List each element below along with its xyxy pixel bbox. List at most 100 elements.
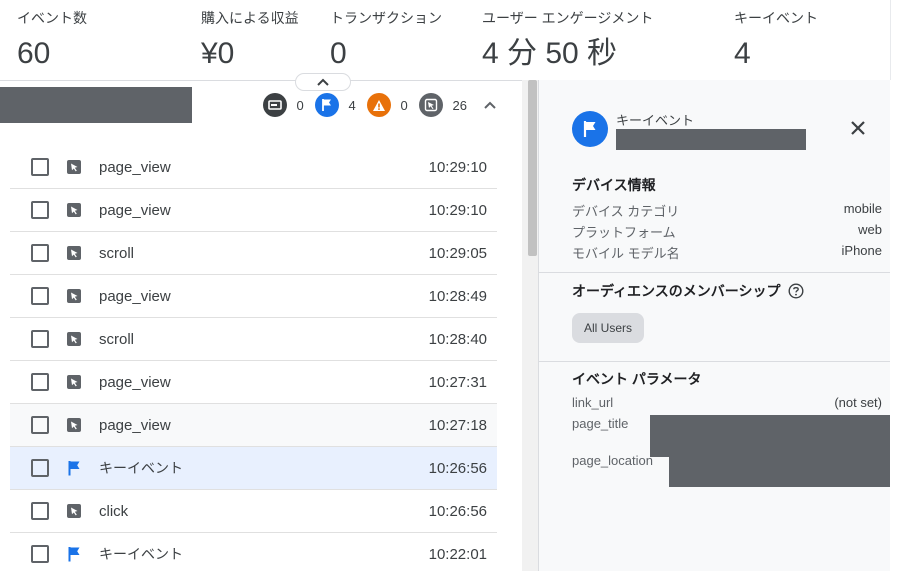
device-category-row: デバイス カテゴリ mobile (572, 201, 882, 220)
audience-chip[interactable]: All Users (572, 313, 645, 343)
cursor-icon (65, 373, 83, 391)
kv-key: link_url (572, 395, 614, 410)
row-checkbox[interactable] (31, 416, 49, 434)
row-checkbox[interactable] (31, 502, 49, 520)
metric-value: 4 分 50 秒 (482, 37, 618, 70)
row-checkbox[interactable] (31, 330, 49, 348)
row-checkbox[interactable] (31, 459, 49, 477)
event-row[interactable]: page_view 10:29:10 (10, 146, 497, 189)
cursor-icon (65, 330, 83, 348)
event-time: 10:29:05 (428, 244, 487, 262)
event-name: page_view (99, 373, 171, 391)
event-name: scroll (99, 330, 135, 348)
event-time: 10:22:01 (428, 545, 487, 563)
close-button[interactable] (849, 119, 867, 137)
metric-value: 4 (734, 37, 751, 70)
event-time: 10:27:31 (428, 373, 487, 391)
event-time: 10:27:18 (428, 416, 487, 434)
event-time: 10:29:10 (428, 158, 487, 176)
cursor-icon (65, 201, 83, 219)
event-name: page_view (99, 287, 171, 305)
metric-label: イベント数 (17, 10, 87, 26)
divider (539, 361, 891, 362)
metric-label: 購入による収益 (201, 10, 299, 26)
row-checkbox[interactable] (31, 201, 49, 219)
event-time: 10:28:40 (428, 330, 487, 348)
metric-event-count: イベント数 60 (17, 10, 87, 72)
event-time: 10:26:56 (428, 502, 487, 520)
flag-icon (65, 459, 83, 477)
warning-icon (366, 93, 391, 117)
collapse-metrics-button[interactable] (295, 73, 351, 91)
event-row[interactable]: click 10:26:56 (10, 490, 497, 533)
cursor-icon (418, 93, 443, 117)
kv-key: プラットフォーム (572, 225, 676, 240)
collapse-chevron-button[interactable] (483, 100, 497, 110)
event-count: 26 (452, 97, 467, 113)
row-checkbox[interactable] (31, 545, 49, 563)
row-checkbox[interactable] (31, 373, 49, 391)
device-info-title: デバイス情報 (572, 177, 656, 193)
row-checkbox[interactable] (31, 287, 49, 305)
metric-value: ¥0 (201, 37, 235, 70)
flag-icon (65, 545, 83, 563)
event-detail-panel: キーイベント デバイス情報 デバイス カテゴリ mobile プラットフォーム … (538, 80, 891, 571)
event-params-title: イベント パラメータ (572, 371, 702, 387)
event-row[interactable]: キーイベント 10:26:56 (10, 447, 497, 490)
event-row[interactable]: キーイベント 10:22:01 (10, 533, 497, 571)
metric-label: トランザクション (330, 10, 442, 26)
event-name: click (99, 502, 129, 520)
metric-value: 0 (330, 37, 347, 70)
event-row[interactable]: page_view 10:27:31 (10, 361, 497, 404)
event-stream-panel: 0 4 0 26 page_view 10:29:10 page_view 10:29… (0, 73, 522, 571)
page-title-key: page_title (572, 416, 629, 431)
mobile-model-row: モバイル モデル名 iPhone (572, 243, 882, 262)
window-edge (890, 80, 897, 571)
event-row[interactable]: scroll 10:29:05 (10, 232, 497, 275)
cursor-icon (65, 416, 83, 434)
event-name: page_view (99, 416, 171, 434)
kv-value: mobile (843, 201, 882, 216)
event-name: page_view (99, 201, 171, 219)
metric-user-engagement: ユーザー エンゲージメント 4 分 50 秒 (482, 10, 653, 72)
event-name: キーイベント (99, 546, 183, 562)
metric-transactions: トランザクション 0 (330, 10, 442, 72)
link-url-row: link_url (not set) (572, 395, 882, 410)
row-checkbox[interactable] (31, 244, 49, 262)
event-type-counts: 0 4 0 26 (262, 93, 497, 117)
event-time: 10:28:49 (428, 287, 487, 305)
redacted-stream-title (0, 87, 192, 123)
kv-value: iPhone (841, 243, 882, 258)
chevron-up-icon (484, 101, 496, 109)
event-row[interactable]: page_view 10:27:18 (10, 404, 497, 447)
divider (539, 272, 891, 273)
redacted-page-location (669, 451, 891, 487)
cursor-icon (65, 158, 83, 176)
help-icon[interactable] (788, 283, 804, 299)
kv-key: デバイス カテゴリ (572, 204, 680, 219)
flag-icon (314, 93, 339, 117)
event-time: 10:26:56 (428, 459, 487, 477)
redacted-event-name (616, 129, 806, 150)
audience-title-text: オーディエンスのメンバーシップ (572, 283, 781, 299)
kv-value: (not set) (834, 395, 882, 410)
metric-label: ユーザー エンゲージメント (482, 10, 654, 26)
event-row[interactable]: page_view 10:29:10 (10, 189, 497, 232)
chevron-up-icon (317, 78, 329, 86)
warning-count: 0 (400, 97, 408, 113)
cursor-icon (65, 502, 83, 520)
event-row[interactable]: scroll 10:28:40 (10, 318, 497, 361)
kv-value: web (858, 222, 882, 237)
row-checkbox[interactable] (31, 158, 49, 176)
platform-row: プラットフォーム web (572, 222, 882, 241)
metrics-edge (890, 0, 891, 80)
kv-key: モバイル モデル名 (572, 246, 680, 261)
flag-icon (572, 111, 608, 147)
screen-count: 0 (296, 97, 304, 113)
metric-label: キーイベント (734, 10, 818, 26)
scrollbar-thumb[interactable] (528, 80, 537, 256)
metrics-bar: イベント数 60 購入による収益 ¥0 トランザクション 0 ユーザー エンゲー… (0, 0, 890, 80)
event-row[interactable]: page_view 10:28:49 (10, 275, 497, 318)
close-icon (851, 121, 865, 135)
cursor-icon (65, 244, 83, 262)
